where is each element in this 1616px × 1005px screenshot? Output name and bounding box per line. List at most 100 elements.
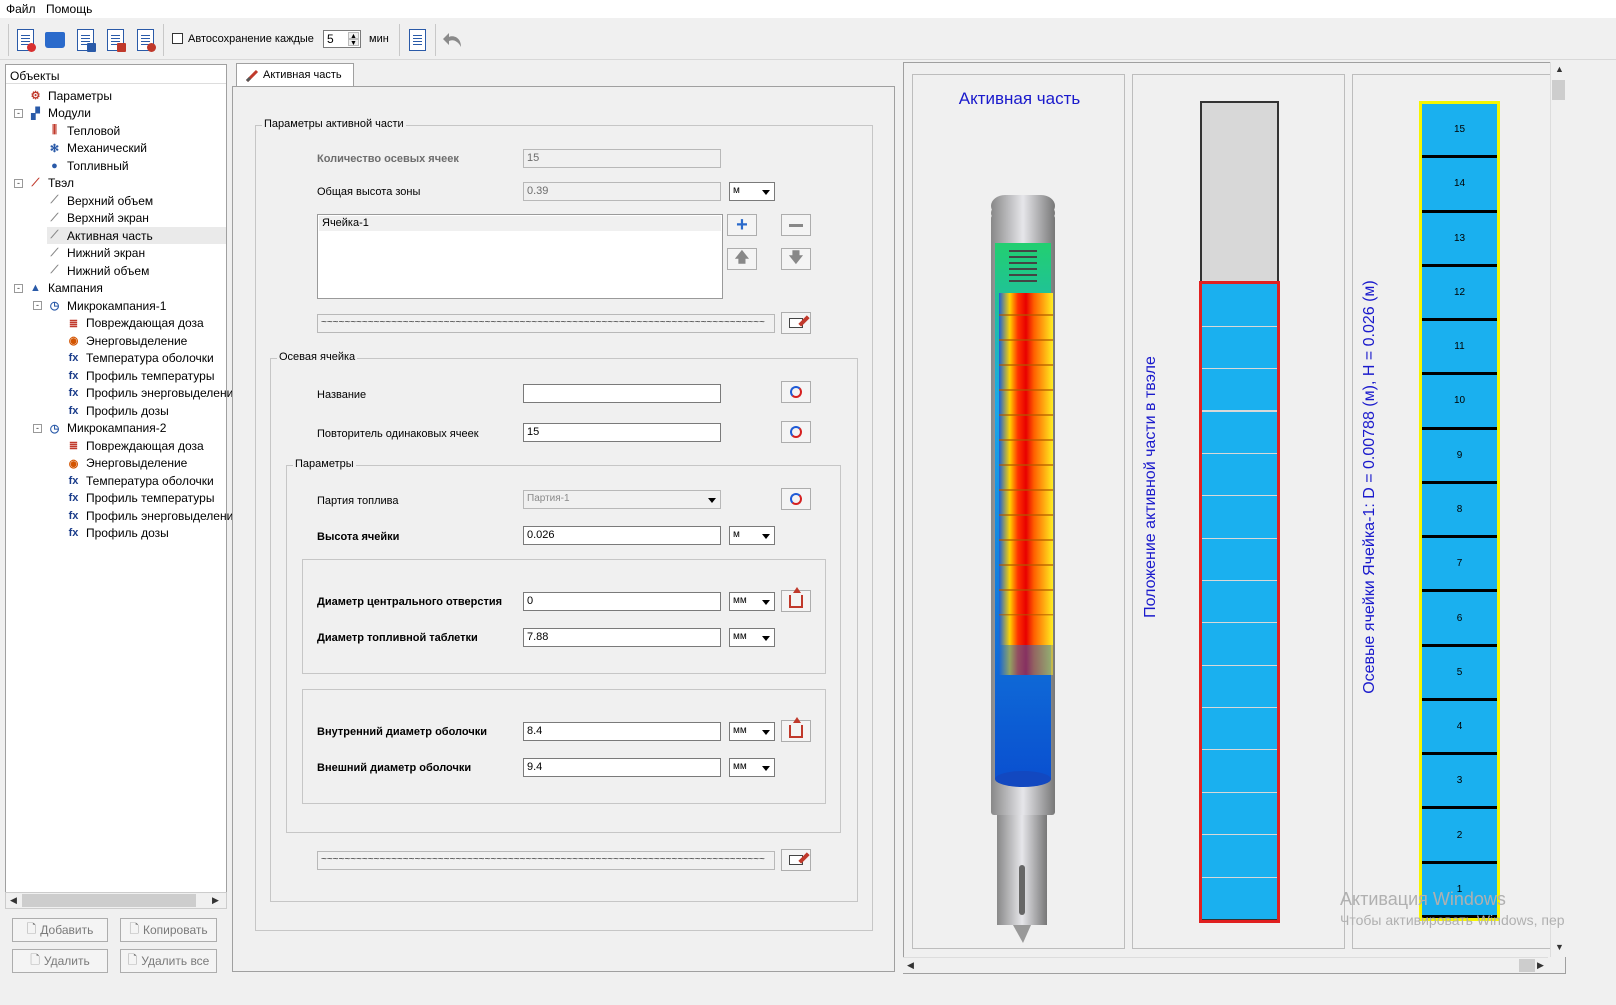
- cell-name-field[interactable]: [523, 384, 721, 403]
- scroll-down-icon[interactable]: ▼: [1555, 942, 1564, 952]
- tree-item[interactable]: ⟋ Твэл: [28, 175, 74, 192]
- tab-active-part[interactable]: Активная часть: [236, 63, 354, 87]
- tree-item[interactable]: fx Профиль энерговыделения: [66, 385, 240, 402]
- export-cladding-button[interactable]: [781, 716, 811, 742]
- remove-cell-button[interactable]: [781, 214, 811, 236]
- objects-tree-header: Объекты: [6, 65, 226, 84]
- edit-path-top-button[interactable]: [781, 312, 811, 334]
- viz-horizontal-scrollbar[interactable]: ◀ ▶: [903, 957, 1548, 973]
- autosave-checkbox[interactable]: [172, 33, 183, 44]
- menu-file[interactable]: Файл: [6, 2, 36, 16]
- tree-item[interactable]: ◉ Энерговыделение: [66, 455, 188, 472]
- viz-vertical-scrollbar[interactable]: ▲ ▼: [1550, 62, 1566, 957]
- export-pellet-button[interactable]: [781, 586, 811, 612]
- tree-item[interactable]: ⟋ Нижний экран: [47, 245, 145, 262]
- save-button[interactable]: [72, 26, 98, 54]
- tree-item[interactable]: ◷ Микрокампания-1: [47, 297, 167, 314]
- reset-fuel-batch-button[interactable]: [781, 488, 811, 510]
- zone-height-unit-select[interactable]: м: [729, 182, 775, 201]
- scroll-thumb[interactable]: [22, 894, 196, 907]
- tree-item[interactable]: ⚙ Параметры: [28, 87, 112, 104]
- tree-expand-toggle[interactable]: -: [14, 283, 23, 293]
- tree-item[interactable]: ◉ Энерговыделение: [66, 332, 188, 349]
- tree-expand-toggle[interactable]: -: [14, 178, 23, 188]
- cell-height-unit-select[interactable]: м: [729, 526, 775, 545]
- report-button[interactable]: [404, 26, 430, 54]
- copy-button[interactable]: 🗋 Копировать: [120, 918, 217, 942]
- path-field-top[interactable]: ~~~~~~~~~~~~~~~~~~~~~~~~~~~~~~~~~~~~~~~~…: [317, 314, 775, 333]
- cell-height-field[interactable]: 0.026: [523, 526, 721, 545]
- scroll-right-icon[interactable]: ▶: [1537, 960, 1544, 971]
- open-project-button[interactable]: [42, 26, 68, 54]
- tree-expand-toggle[interactable]: -: [33, 423, 42, 433]
- pellet-diameter-field[interactable]: 7.88: [523, 628, 721, 647]
- add-button[interactable]: 🗋 Добавить: [12, 918, 108, 942]
- tree-item[interactable]: fx Температура оболочки: [66, 472, 214, 489]
- clad-outer-unit-select[interactable]: мм: [729, 758, 775, 777]
- tree-item[interactable]: ✻ Механический: [47, 140, 147, 157]
- new-project-button[interactable]: [12, 26, 38, 54]
- scroll-thumb[interactable]: [1552, 80, 1565, 100]
- clad-inner-unit-select[interactable]: мм: [729, 722, 775, 741]
- tree-item-label: Верхний объем: [67, 193, 154, 208]
- fuel-batch-select[interactable]: Партия-1: [523, 490, 721, 509]
- tree-item[interactable]: ▞ Модули: [28, 105, 91, 122]
- delete-button[interactable]: 🗋 Удалить: [12, 949, 108, 973]
- tree-item[interactable]: fx Профиль дозы: [66, 525, 169, 542]
- scroll-left-icon[interactable]: ◀: [10, 895, 17, 906]
- tree-item[interactable]: fx Профиль температуры: [66, 490, 215, 507]
- pellet-diameter-unit-select[interactable]: мм: [729, 628, 775, 647]
- delete-all-button[interactable]: 🗋 Удалить все: [120, 949, 217, 973]
- tree-item[interactable]: ⟋ Активная часть: [47, 227, 226, 244]
- reset-repeater-button[interactable]: [781, 421, 811, 443]
- tree-item[interactable]: fx Профиль температуры: [66, 367, 215, 384]
- export-button[interactable]: [132, 26, 158, 54]
- tree-item[interactable]: fx Профиль дозы: [66, 402, 169, 419]
- tree-item[interactable]: ◷ Микрокампания-2: [47, 420, 167, 437]
- move-up-button[interactable]: 🡅: [727, 248, 757, 270]
- energy-icon: ◉: [68, 335, 79, 347]
- tree-item[interactable]: ⟋ Верхний экран: [47, 210, 149, 227]
- clad-outer-field[interactable]: 9.4: [523, 758, 721, 777]
- scroll-thumb[interactable]: [1519, 959, 1535, 972]
- axial-count-field[interactable]: 15: [523, 149, 721, 168]
- tree-item[interactable]: ⫼ Тепловой: [47, 122, 120, 139]
- autosave-interval-stepper[interactable]: 5 ▲ ▼: [323, 30, 361, 48]
- path-field-bottom[interactable]: ~~~~~~~~~~~~~~~~~~~~~~~~~~~~~~~~~~~~~~~~…: [317, 851, 775, 870]
- zone-height-field[interactable]: 0.39: [523, 182, 721, 201]
- scroll-left-icon[interactable]: ◀: [907, 960, 914, 971]
- move-down-button[interactable]: 🡇: [781, 248, 811, 270]
- tree-horizontal-scrollbar[interactable]: ◀ ▶: [5, 892, 227, 909]
- axial-cell: 14: [1422, 158, 1497, 210]
- tree-item[interactable]: fx Температура оболочки: [66, 350, 214, 367]
- tree-item[interactable]: ⟋ Нижний объем: [47, 262, 150, 279]
- tree-expand-toggle[interactable]: -: [14, 108, 23, 118]
- clad-inner-field[interactable]: 8.4: [523, 722, 721, 741]
- scroll-up-icon[interactable]: ▲: [1555, 64, 1564, 74]
- tree-item[interactable]: ▲ Кампания: [28, 280, 103, 297]
- reset-name-button[interactable]: [781, 381, 811, 403]
- scroll-right-icon[interactable]: ▶: [212, 895, 219, 906]
- tree-item[interactable]: ≣ Повреждающая доза: [66, 315, 204, 332]
- tree-item-label: Нижний экран: [67, 246, 146, 260]
- center-hole-unit-select[interactable]: мм: [729, 592, 775, 611]
- undo-button[interactable]: [440, 26, 466, 54]
- active-zone-cell: [1202, 708, 1277, 750]
- tree-expand-toggle[interactable]: -: [33, 301, 42, 310]
- list-item[interactable]: Ячейка-1: [319, 216, 721, 231]
- activation-watermark-title: Активация Windows: [1340, 889, 1506, 909]
- save-as-button[interactable]: [102, 26, 128, 54]
- tree-item[interactable]: ⟋ Верхний объем: [47, 192, 154, 209]
- add-cell-button[interactable]: +: [727, 214, 757, 236]
- tree-item[interactable]: ● Топливный: [47, 157, 128, 174]
- menu-help[interactable]: Помощь: [46, 2, 92, 16]
- stepper-up-icon[interactable]: ▲: [348, 32, 359, 40]
- tree-item[interactable]: fx Профиль энерговыделения: [66, 507, 240, 524]
- repeater-field[interactable]: 15: [523, 423, 721, 442]
- edit-path-bottom-button[interactable]: [781, 849, 811, 871]
- center-hole-field[interactable]: 0: [523, 592, 721, 611]
- tree-item[interactable]: ≣ Повреждающая доза: [66, 437, 204, 454]
- stepper-down-icon[interactable]: ▼: [348, 39, 359, 47]
- tree-item-label: Повреждающая доза: [86, 438, 204, 453]
- cells-list[interactable]: Ячейка-1: [317, 214, 723, 299]
